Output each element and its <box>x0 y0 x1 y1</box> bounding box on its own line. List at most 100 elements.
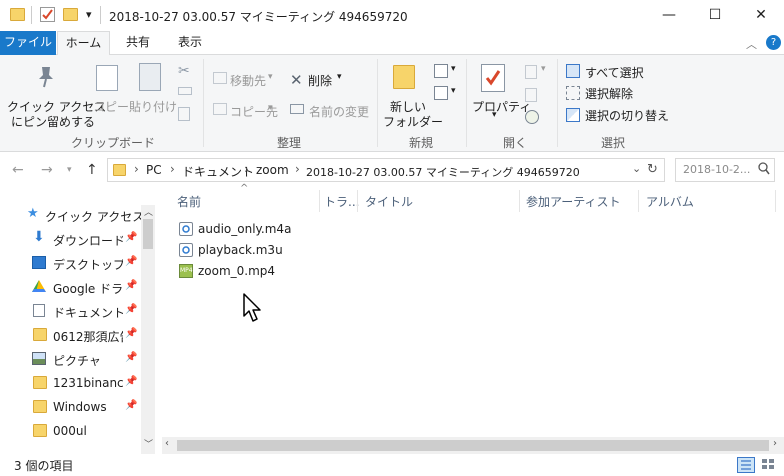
nav-item-label: 1231binance <box>53 376 123 390</box>
nav-item-folder-1231binance[interactable]: 1231binance 📌 <box>0 371 140 395</box>
qat-dropdown-icon[interactable]: ▾ <box>86 8 92 21</box>
breadcrumb-current-folder[interactable]: 2018-10-27 03.00.57 マイミーティング 494659720 <box>306 164 580 180</box>
nav-item-desktop[interactable]: デスクトップ 📌 <box>0 251 140 275</box>
recent-locations-chevron-icon[interactable]: ▾ <box>67 165 72 175</box>
nav-item-folder-000ul[interactable]: 000ul <box>0 419 140 443</box>
copy-button[interactable]: コピー <box>93 98 129 115</box>
delete-button[interactable]: 削除 <box>308 72 332 89</box>
nav-item-downloads[interactable]: ⬇ ダウンロード 📌 <box>0 227 140 251</box>
pin-icon[interactable]: 📌 <box>125 232 137 243</box>
breadcrumb-separator-icon: › <box>134 162 139 176</box>
chevron-down-icon: ▾ <box>451 86 456 96</box>
column-divider[interactable] <box>775 190 776 212</box>
file-row[interactable]: audio_only.m4a <box>176 219 476 240</box>
column-divider[interactable] <box>319 190 320 212</box>
paste-shortcut-icon[interactable] <box>178 107 190 121</box>
address-bar[interactable]: › PC › ドキュメント › zoom › 2018-10-27 03.00.… <box>107 158 665 182</box>
pin-icon <box>36 65 56 89</box>
pin-icon[interactable]: 📌 <box>125 376 137 387</box>
new-folder-label-2: フォルダー <box>383 115 444 129</box>
invert-selection-button[interactable]: 選択の切り替え <box>585 107 669 124</box>
breadcrumb-pc[interactable]: PC <box>146 163 162 177</box>
mouse-cursor-icon <box>243 293 263 326</box>
file-row[interactable]: MP4 zoom_0.mp4 <box>176 261 476 282</box>
nav-item-pictures[interactable]: ピクチャ 📌 <box>0 347 140 371</box>
scroll-right-icon[interactable]: › <box>773 438 777 449</box>
column-track[interactable]: トラ... <box>324 193 359 210</box>
column-name[interactable]: 名前 <box>177 193 201 210</box>
rename-button[interactable]: 名前の変更 <box>309 103 369 120</box>
horizontal-scrollbar[interactable]: ‹ › <box>162 437 784 454</box>
search-box[interactable]: 2018-10-2... <box>675 158 775 182</box>
move-to-button[interactable]: 移動先 <box>230 72 266 89</box>
column-title[interactable]: タイトル <box>365 193 413 210</box>
search-input[interactable]: 2018-10-2... <box>683 163 750 176</box>
tab-share[interactable]: 共有 <box>116 31 160 55</box>
edit-icon[interactable] <box>525 88 537 102</box>
nav-item-google-drive[interactable]: Google ドライブ 📌 <box>0 275 140 299</box>
chevron-down-icon: ▾ <box>337 72 342 82</box>
select-none-button[interactable]: 選択解除 <box>585 85 633 102</box>
cut-icon[interactable]: ✂ <box>178 63 190 79</box>
scroll-up-icon[interactable]: ︿ <box>144 205 153 218</box>
maximize-button[interactable]: ☐ <box>692 0 738 31</box>
file-row[interactable]: playback.m3u <box>176 240 476 261</box>
open-icon[interactable] <box>525 65 537 79</box>
nav-item-documents[interactable]: ドキュメント 📌 <box>0 299 140 323</box>
properties-quick-icon[interactable] <box>40 7 55 22</box>
minimize-button[interactable]: — <box>646 0 692 31</box>
back-arrow-icon[interactable]: ← <box>12 162 24 178</box>
close-button[interactable]: ✕ <box>738 0 784 31</box>
copy-path-icon[interactable] <box>178 87 192 95</box>
collapse-ribbon-icon[interactable]: ︿ <box>746 36 757 52</box>
tab-view[interactable]: 表示 <box>168 31 212 55</box>
chevron-down-icon: ▾ <box>492 110 497 120</box>
pin-icon[interactable]: 📌 <box>125 256 137 267</box>
tab-file[interactable]: ファイル <box>0 31 56 55</box>
tab-home[interactable]: ホーム <box>57 31 110 56</box>
pin-icon[interactable]: 📌 <box>125 328 137 339</box>
breadcrumb-zoom[interactable]: zoom <box>256 163 289 177</box>
column-divider[interactable] <box>519 190 520 212</box>
new-folder-quick-icon[interactable] <box>63 8 78 21</box>
easy-access-icon[interactable] <box>434 86 448 100</box>
details-view-icon[interactable] <box>737 457 755 473</box>
pin-icon[interactable]: 📌 <box>125 304 137 315</box>
search-icon <box>758 162 770 179</box>
column-divider[interactable] <box>638 190 639 212</box>
nav-item-folder-windows[interactable]: Windows 📌 <box>0 395 140 419</box>
column-album[interactable]: アルバム <box>646 193 694 210</box>
column-contributing-artist[interactable]: 参加アーティスト <box>526 193 621 210</box>
nav-scrollbar[interactable]: ︿ ﹀ <box>141 205 155 454</box>
group-label-select: 選択 <box>601 136 626 150</box>
nav-item-quick-access[interactable]: ★ クイック アクセス <box>0 203 144 227</box>
move-to-icon <box>213 72 227 84</box>
scroll-thumb[interactable] <box>177 440 769 451</box>
nav-item-label: Windows <box>53 400 107 414</box>
paste-button[interactable]: 貼り付け <box>129 98 177 115</box>
history-icon[interactable] <box>525 110 539 124</box>
pin-icon[interactable]: 📌 <box>125 400 137 411</box>
window-title: 2018-10-27 03.00.57 マイミーティング 494659720 <box>109 10 408 24</box>
divider <box>31 6 32 24</box>
select-all-button[interactable]: すべて選択 <box>585 64 644 81</box>
scroll-down-icon[interactable]: ﹀ <box>144 437 153 450</box>
scroll-thumb[interactable] <box>143 219 153 249</box>
column-divider[interactable] <box>357 190 358 212</box>
nav-item-folder-0612[interactable]: 0612那須広告 📌 <box>0 323 140 347</box>
scroll-left-icon[interactable]: ‹ <box>165 438 169 449</box>
refresh-icon[interactable]: ↻ <box>647 162 658 177</box>
address-history-chevron-icon[interactable]: ⌄ <box>632 162 641 175</box>
delete-icon: ✕ <box>290 71 303 89</box>
forward-arrow-icon[interactable]: → <box>41 162 53 178</box>
properties-button[interactable]: プロパティ <box>472 98 531 115</box>
nav-item-label: Google ドライブ <box>53 282 123 296</box>
up-arrow-icon[interactable]: ↑ <box>86 162 98 178</box>
large-icons-view-icon[interactable] <box>760 457 778 473</box>
pin-icon[interactable]: 📌 <box>125 280 137 291</box>
help-icon[interactable]: ? <box>766 35 781 50</box>
new-item-icon[interactable] <box>434 64 448 78</box>
column-header: ^ 名前 トラ... タイトル 参加アーティスト アルバム <box>162 183 784 213</box>
item-count: 3 個の項目 <box>14 459 74 473</box>
pin-icon[interactable]: 📌 <box>125 352 137 363</box>
